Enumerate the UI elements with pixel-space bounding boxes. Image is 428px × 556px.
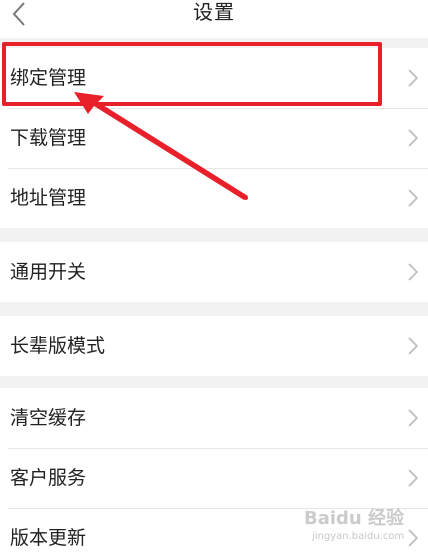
settings-row-downloads[interactable]: 下载管理 <box>0 108 428 168</box>
settings-row-label: 下载管理 <box>10 127 87 149</box>
chevron-right-icon <box>408 409 418 427</box>
page-title: 设置 <box>193 0 235 24</box>
settings-row-elder-mode[interactable]: 长辈版模式 <box>0 316 428 376</box>
chevron-right-icon <box>408 469 418 487</box>
settings-row-label: 地址管理 <box>10 187 87 209</box>
settings-group-elder: 长辈版模式 <box>0 316 428 376</box>
watermark-logo: Baidu 经验 <box>304 508 405 529</box>
settings-row-label: 版本更新 <box>10 527 87 549</box>
settings-row-general-switch[interactable]: 通用开关 <box>0 242 428 302</box>
chevron-right-icon <box>408 69 418 87</box>
settings-group-general: 通用开关 <box>0 242 428 302</box>
chevron-right-icon <box>408 529 418 547</box>
chevron-right-icon <box>408 129 418 147</box>
settings-row-label: 通用开关 <box>10 261 87 283</box>
settings-row-customer-service[interactable]: 客户服务 <box>0 448 428 508</box>
settings-row-address[interactable]: 地址管理 <box>0 168 428 228</box>
settings-row-clear-cache[interactable]: 清空缓存 <box>0 388 428 448</box>
settings-row-label: 长辈版模式 <box>10 335 106 357</box>
top-bar: 设置 <box>0 0 428 38</box>
settings-row-label: 清空缓存 <box>10 407 87 429</box>
settings-row-label: 客户服务 <box>10 467 87 489</box>
chevron-right-icon <box>408 189 418 207</box>
chevron-right-icon <box>408 337 418 355</box>
chevron-right-icon <box>408 263 418 281</box>
highlight-box <box>2 42 382 106</box>
watermark-url: jingyan.baidu.com <box>312 531 405 542</box>
